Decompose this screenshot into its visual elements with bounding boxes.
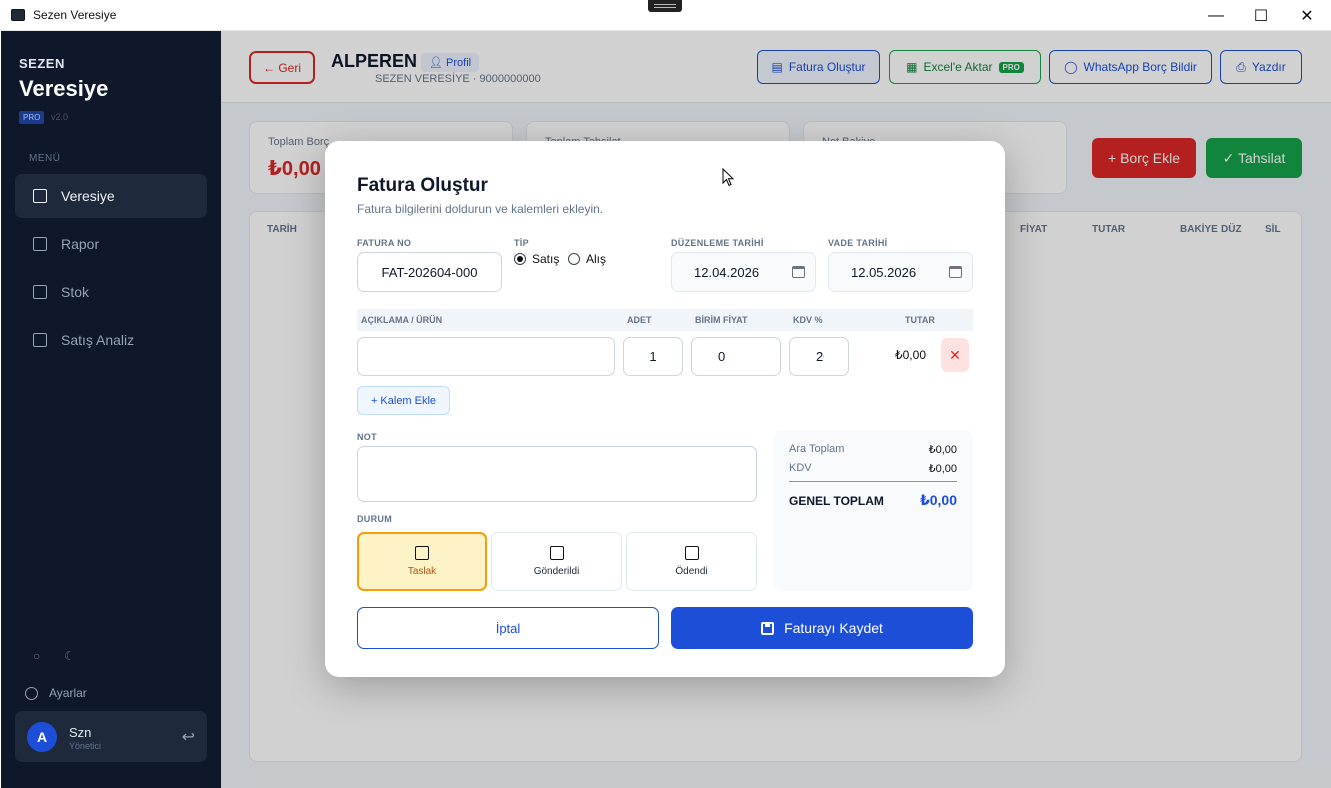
kdv-value: ₺0,00 [928,463,957,475]
radio-checked-icon [514,253,526,265]
send-icon [549,546,564,560]
brand-top: SEZEN [19,56,65,71]
avatar: A [27,722,57,752]
close-button[interactable]: ✕ [1284,0,1330,31]
status-label: Ödendi [675,566,708,577]
version-label: v2.0 [51,112,69,122]
date-value: 12.04.2026 [694,264,760,280]
fatura-no-label: FATURA NO [357,238,412,248]
aciklama-input[interactable] [357,337,615,376]
ara-toplam-row: Ara Toplam ₺0,00 [789,443,957,456]
vade-label: VADE TARİHİ [828,238,888,248]
kdv-label: KDV [789,462,812,474]
status-label: Gönderildi [533,566,580,577]
fatura-no-input[interactable]: FAT-202604-000 [357,252,502,292]
column-header: TUTAR [905,315,935,325]
ledger-icon [33,189,47,203]
kdv-value: 20 [816,349,824,364]
sidebar-item-label: Rapor [61,236,100,252]
user-role: Yönetici [69,741,102,751]
drag-handle[interactable] [648,0,682,12]
app-icon [11,9,25,21]
genel-toplam-label: GENEL TOPLAM [789,494,884,508]
save-invoice-button[interactable]: Faturayı Kaydet [671,607,973,649]
sidebar-item-label: Veresiye [61,188,115,204]
sidebar-item-label: Satış Analiz [61,332,135,348]
bar-chart-icon [33,237,47,251]
not-label: NOT [357,432,377,442]
column-header: KDV % [793,315,823,325]
duzenleme-label: DÜZENLEME TARİHİ [671,238,764,248]
status-label: Taslak [407,566,437,577]
durum-label: DURUM [357,514,392,524]
settings-link[interactable]: Ayarlar [25,686,87,700]
gear-icon [25,686,38,700]
duzenleme-date-input[interactable]: 12.04.2026 [671,252,816,292]
brand-title: Veresiye [19,76,109,101]
window-titlebar: Sezen Veresiye — ☐ ✕ [0,0,1331,31]
ara-toplam-label: Ara Toplam [789,443,845,455]
kdv-row: KDV ₺0,00 [789,462,957,475]
box-icon [33,285,47,299]
sidebar-item-stok[interactable]: Stok [15,270,207,314]
vade-date-input[interactable]: 12.05.2026 [828,252,973,292]
radio-label: Satış [532,252,560,266]
items-header: AÇIKLAMA / ÜRÜN ADET BİRİM FİYAT KDV % T… [357,309,973,331]
sidebar: SEZEN Veresiye PRO v2.0 MENÜ Veresiye Ra… [1,31,221,788]
moon-icon[interactable]: ☾ [64,649,75,663]
sidebar-item-veresiye[interactable]: Veresiye [15,174,207,218]
menu-label: MENÜ [29,153,61,164]
pro-badge: PRO [19,111,45,124]
not-textarea[interactable] [357,446,757,502]
maximize-button[interactable]: ☐ [1238,0,1284,31]
edit-icon [415,546,429,560]
column-header: AÇIKLAMA / ÜRÜN [361,315,443,325]
status-taslak[interactable]: Taslak [357,532,487,591]
tip-label: TİP [514,238,529,248]
theme-toggle-row: ○ ☾ [33,649,75,663]
delete-line-button[interactable]: ✕ [941,338,969,372]
modal-title: Fatura Oluştur [357,175,488,196]
sidebar-item-label: Stok [61,284,90,300]
birim-fiyat-input[interactable]: 0 [691,337,781,376]
add-line-button[interactable]: + Kalem Ekle [357,386,450,415]
status-odendi[interactable]: Ödendi [626,532,757,591]
totals-divider [789,481,957,482]
invoice-modal: Fatura Oluştur Fatura bilgilerini doldur… [325,141,1005,677]
sidebar-item-satis-analiz[interactable]: Satış Analiz [15,318,207,362]
minimize-button[interactable]: — [1193,0,1239,31]
analytics-icon [33,333,47,347]
save-label: Faturayı Kaydet [784,620,883,636]
ara-toplam-value: ₺0,00 [928,444,957,456]
window-title: Sezen Veresiye [33,8,117,22]
line-total: ₺0,00 [895,348,926,362]
totals-panel: Ara Toplam ₺0,00 KDV ₺0,00 GENEL TOPLAM … [773,430,973,591]
radio-label: Alış [586,252,607,266]
checkbox-icon [684,546,699,560]
modal-subtitle: Fatura bilgilerini doldurun ve kalemleri… [357,202,604,216]
cancel-button[interactable]: İptal [357,607,659,649]
column-header: BİRİM FİYAT [695,315,748,325]
user-name: Szn [69,725,92,740]
radio-alis[interactable]: Alış [568,252,606,266]
calendar-icon[interactable] [949,266,962,278]
calendar-icon[interactable] [792,266,805,278]
adet-input[interactable]: 1 [623,337,683,376]
sun-icon[interactable]: ○ [33,649,40,663]
user-card: A Szn Yönetici ↩ [15,711,207,762]
close-icon: ✕ [949,346,961,363]
genel-toplam-value: ₺0,00 [920,492,957,508]
kdv-input[interactable]: 20 [789,337,849,376]
radio-unchecked-icon [568,253,580,265]
settings-label: Ayarlar [49,686,87,700]
sidebar-item-rapor[interactable]: Rapor [15,222,207,266]
save-icon [761,621,775,635]
logout-icon[interactable]: ↩ [182,727,195,747]
radio-satis[interactable]: Satış [514,252,559,266]
column-header: ADET [627,315,652,325]
genel-toplam-row: GENEL TOPLAM ₺0,00 [789,492,957,509]
date-value: 12.05.2026 [851,264,917,280]
status-gonderildi[interactable]: Gönderildi [491,532,622,591]
